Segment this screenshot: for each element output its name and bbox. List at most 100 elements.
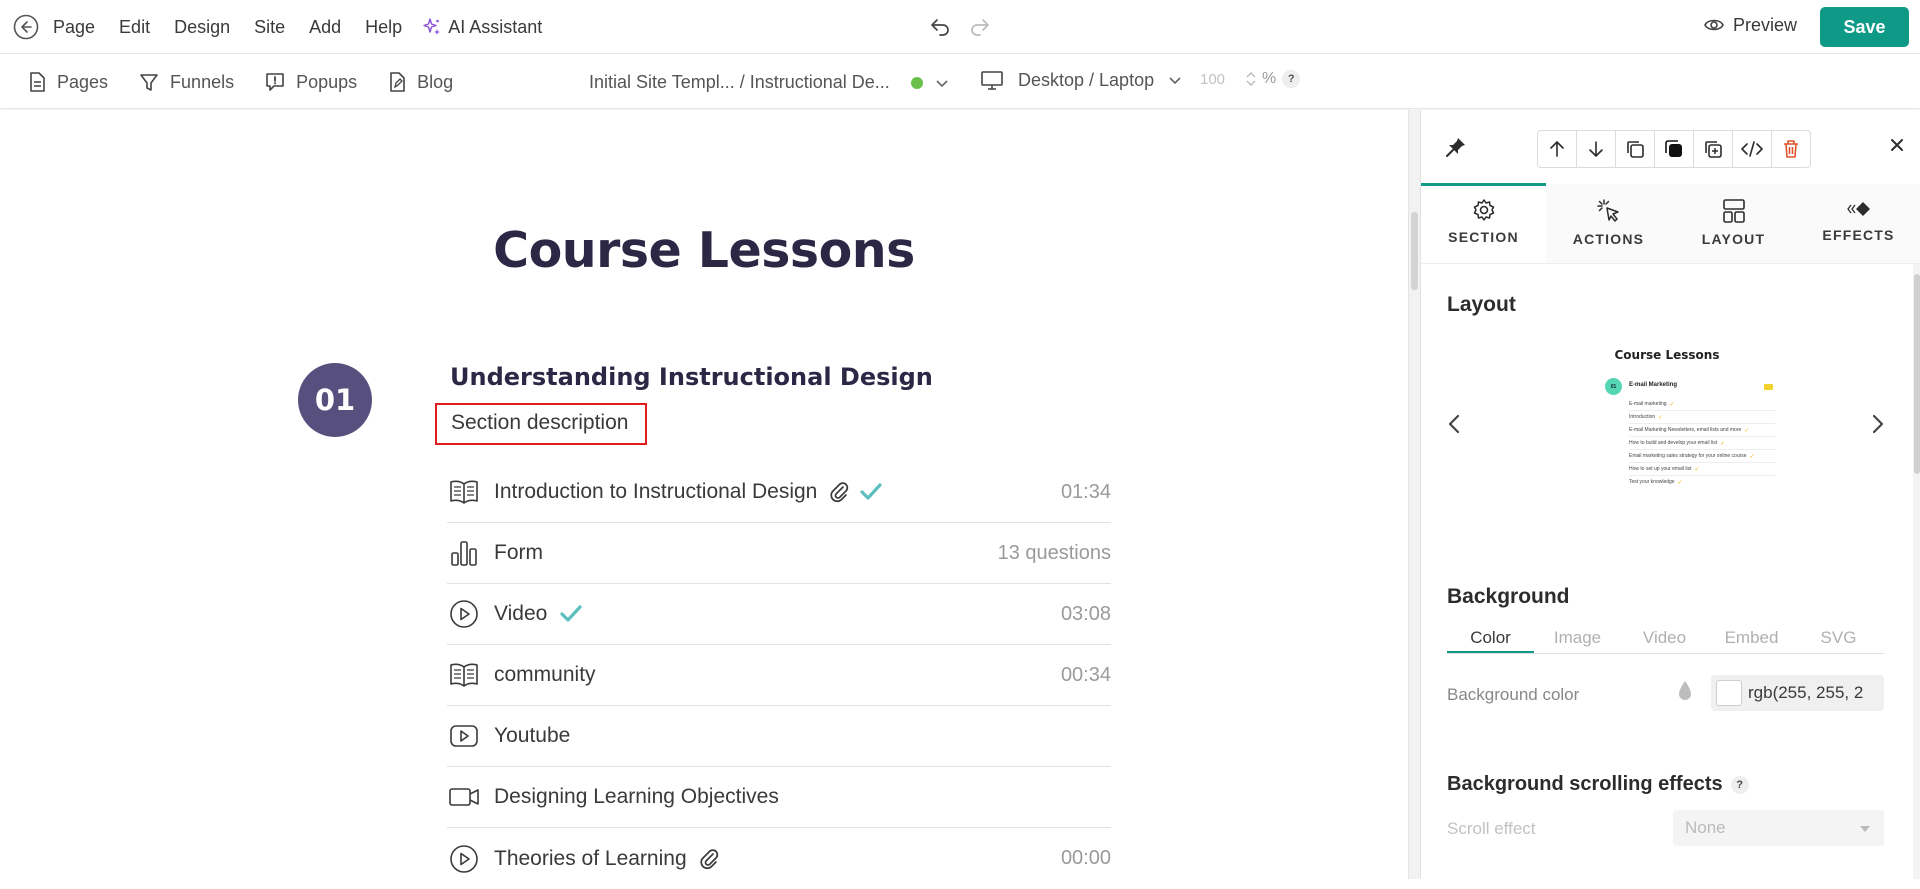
document-icon (30, 72, 45, 92)
lesson-title: Video (494, 602, 548, 625)
menu-page[interactable]: Page (53, 17, 95, 38)
save-button[interactable]: Save (1820, 7, 1909, 47)
thumbnail-row: How to build and develop your email list… (1629, 437, 1775, 450)
menu-site[interactable]: Site (254, 17, 285, 38)
bar-chart-icon (447, 536, 481, 570)
bg-tab-video[interactable]: Video (1621, 624, 1708, 653)
tab-layout[interactable]: LAYOUT (1671, 184, 1796, 263)
zoom-control: 100 % ? (1200, 70, 1301, 88)
ai-assistant-label: AI Assistant (448, 16, 543, 37)
thumbnail-section: E-mail Marketing (1629, 382, 1678, 388)
layout-icon (1722, 199, 1745, 223)
nav-blog[interactable]: Blog (387, 71, 453, 93)
stepper-icon[interactable] (1246, 70, 1256, 88)
move-up-button[interactable] (1537, 130, 1577, 168)
thumbnail-row: E-mail marketing ✓ (1629, 398, 1775, 411)
scroll-effects-heading: Background scrolling effects ? (1447, 773, 1749, 796)
preview-label: Preview (1733, 14, 1798, 35)
lesson-meta: 01:34 (1060, 480, 1111, 503)
paperclip-icon (700, 848, 718, 869)
canvas-scrollbar[interactable] (1408, 110, 1420, 879)
tab-layout-label: LAYOUT (1701, 231, 1766, 247)
save-block-button[interactable] (1654, 130, 1694, 168)
tab-effects-label: EFFECTS (1822, 227, 1895, 243)
lesson-meta: 00:34 (1060, 663, 1111, 686)
lesson-row[interactable]: Introduction to Instructional Design 01:… (447, 462, 1111, 523)
menu-help[interactable]: Help (365, 17, 402, 38)
device-selector[interactable]: Desktop / Laptop (980, 69, 1182, 91)
redo-icon[interactable] (968, 15, 992, 39)
bg-tab-svg[interactable]: SVG (1795, 624, 1882, 653)
code-icon (1741, 141, 1763, 157)
lesson-row[interactable]: Form 13 questions (447, 523, 1111, 584)
color-swatch[interactable] (1716, 680, 1742, 706)
breadcrumb-chevron-icon[interactable] (935, 76, 949, 90)
lesson-row[interactable]: Video 03:08 (447, 584, 1111, 645)
checkmark-icon (860, 483, 882, 500)
tab-effects[interactable]: EFFECTS (1796, 184, 1920, 263)
play-square-icon (447, 719, 481, 753)
help-icon[interactable]: ? (1730, 775, 1749, 794)
bg-tab-image[interactable]: Image (1534, 624, 1621, 653)
section-title[interactable]: Understanding Instructional Design (450, 363, 933, 391)
preview-button[interactable]: Preview (1703, 14, 1797, 36)
panel-scroll-thumb[interactable] (1914, 274, 1920, 474)
move-down-button[interactable] (1576, 130, 1616, 168)
back-arrow-icon[interactable] (13, 14, 39, 40)
copy-icon (1627, 141, 1644, 158)
eyedropper-icon[interactable] (1677, 680, 1693, 702)
chevron-right-icon[interactable] (1870, 413, 1886, 435)
ai-assistant-button[interactable]: AI Assistant (422, 17, 542, 38)
duplicate-button[interactable] (1615, 130, 1655, 168)
section-description[interactable]: Section description (435, 403, 647, 445)
lesson-row[interactable]: Designing Learning Objectives (447, 767, 1111, 828)
zoom-help-icon[interactable]: ? (1282, 70, 1301, 88)
undo-icon[interactable] (928, 15, 952, 39)
lesson-row[interactable]: Youtube (447, 706, 1111, 767)
code-button[interactable] (1732, 130, 1772, 168)
lesson-row[interactable]: community 00:34 (447, 645, 1111, 706)
nav-pages-label: Pages (57, 71, 109, 92)
menu-add[interactable]: Add (309, 17, 341, 38)
top-menu-bar: Page Edit Design Site Add Help AI Assist… (0, 0, 1920, 54)
menu-design[interactable]: Design (174, 17, 230, 38)
nav-funnels[interactable]: Funnels (138, 71, 234, 93)
scroll-effect-label: Scroll effect (1447, 819, 1536, 838)
thumbnail-badge: 01 (1605, 378, 1622, 395)
lesson-row[interactable]: Theories of Learning 00:00 (447, 828, 1111, 889)
page-breadcrumb[interactable]: Initial Site Templ... / Instructional De… (589, 72, 890, 93)
tab-actions[interactable]: ACTIONS (1546, 184, 1671, 263)
background-heading: Background (1447, 585, 1570, 608)
scroll-effect-select[interactable]: None (1673, 810, 1884, 846)
main-menu: Page Edit Design Site Add Help AI Assist… (53, 0, 542, 54)
course-title[interactable]: Course Lessons (0, 222, 1408, 279)
gear-icon (1473, 199, 1494, 221)
add-copy-button[interactable] (1693, 130, 1733, 168)
lesson-meta: 13 questions (997, 541, 1111, 564)
layout-heading: Layout (1447, 293, 1516, 316)
bg-tab-embed[interactable]: Embed (1708, 624, 1795, 653)
popup-icon (266, 73, 284, 91)
tab-section-label: SECTION (1448, 229, 1519, 245)
chevron-down-icon (1169, 77, 1181, 85)
layout-thumbnail[interactable]: Course Lessons 01 E-mail Marketing E-mai… (1567, 348, 1775, 508)
tab-section[interactable]: SECTION (1421, 183, 1546, 263)
bg-tab-color[interactable]: Color (1447, 624, 1534, 653)
nav-popups[interactable]: Popups (264, 71, 357, 93)
arrow-down-icon (1589, 141, 1603, 157)
lesson-title: Designing Learning Objectives (494, 785, 779, 808)
pin-icon[interactable] (1445, 136, 1467, 158)
sparkle-icon (423, 18, 441, 35)
menu-edit[interactable]: Edit (119, 17, 150, 38)
chevron-left-icon[interactable] (1446, 413, 1462, 435)
panel-scrollbar[interactable] (1913, 264, 1920, 879)
delete-button[interactable] (1771, 130, 1811, 168)
zoom-input[interactable]: 100 (1200, 71, 1240, 88)
nav-blog-label: Blog (417, 71, 454, 92)
nav-popups-label: Popups (296, 71, 358, 92)
close-icon[interactable] (1889, 137, 1905, 153)
background-color-field[interactable]: rgb(255, 255, 2 (1711, 675, 1884, 711)
lesson-title: community (494, 663, 596, 686)
nav-pages[interactable]: Pages (27, 71, 108, 93)
canvas-scroll-thumb[interactable] (1411, 212, 1418, 290)
